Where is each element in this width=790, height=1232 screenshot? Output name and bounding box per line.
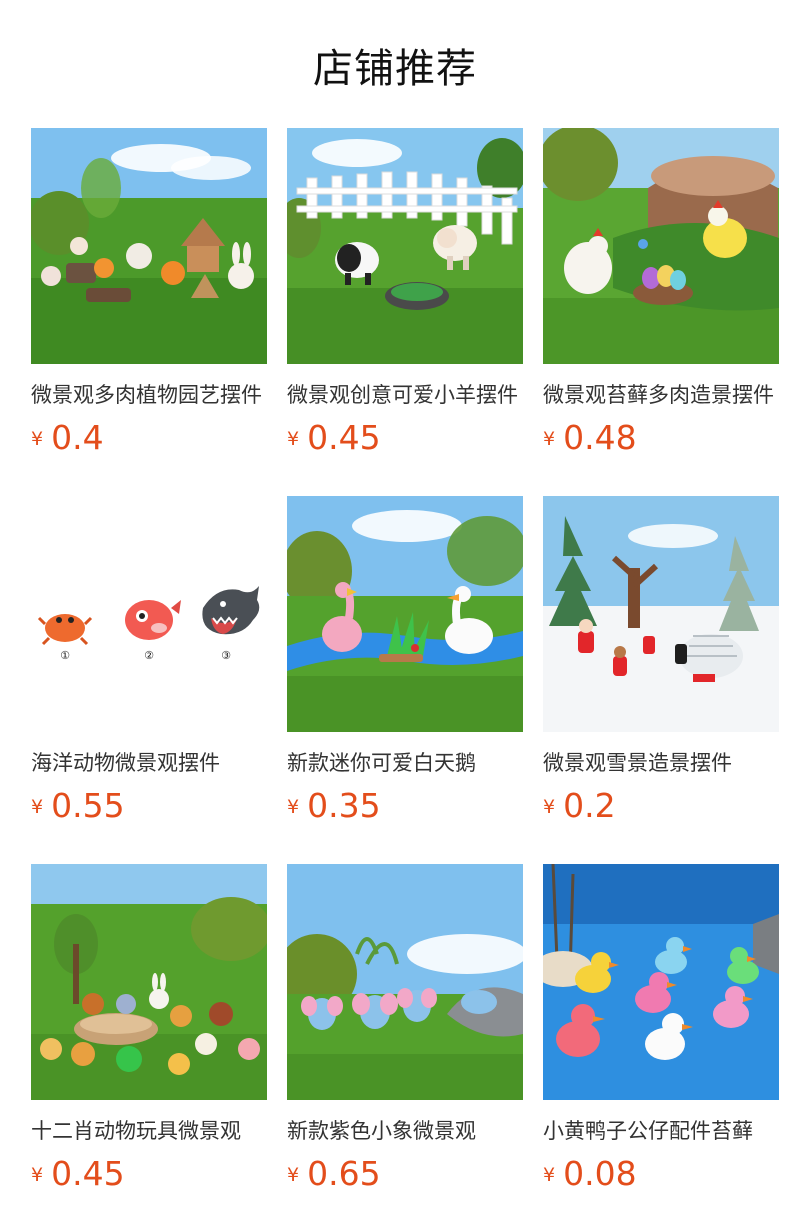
product-card[interactable]: 微景观苔藓多肉造景摆件 ¥0.48 (543, 128, 779, 468)
product-name[interactable]: 微景观多肉植物园艺摆件 (31, 380, 267, 410)
product-price: ¥0.55 (31, 786, 125, 826)
currency-symbol: ¥ (31, 428, 44, 450)
product-image[interactable]: ① ② ③ (31, 496, 267, 732)
price-value: 0.45 (307, 418, 381, 457)
product-price: ¥0.2 (543, 786, 616, 826)
page-title: 店铺推荐 (313, 46, 477, 92)
snow-scene-image (543, 496, 779, 732)
price-value: 0.4 (51, 418, 104, 457)
currency-symbol: ¥ (31, 796, 44, 818)
sea-label-1: ① (60, 649, 70, 662)
garden-animals-image (31, 128, 267, 364)
price-value: 0.55 (51, 786, 125, 825)
product-name[interactable]: 新款紫色小象微景观 (287, 1116, 523, 1146)
product-name[interactable]: 微景观创意可爱小羊摆件 (287, 380, 523, 410)
product-image[interactable] (287, 128, 523, 364)
elephants-image (287, 864, 523, 1100)
currency-symbol: ¥ (287, 1164, 300, 1186)
product-name[interactable]: 新款迷你可爱白天鹅 (287, 748, 523, 778)
chicken-stump-image (543, 128, 779, 364)
product-image[interactable] (31, 864, 267, 1100)
product-name[interactable]: 十二肖动物玩具微景观 (31, 1116, 267, 1146)
product-price: ¥0.45 (287, 418, 381, 458)
price-value: 0.2 (563, 786, 616, 825)
recommend-page: 店铺推荐 微景观多肉植物园艺摆件 ¥ 0.4 微景观创意可爱小羊摆件 ¥ 0.4… (0, 0, 790, 1232)
product-price: ¥0.4 (31, 418, 104, 458)
product-image[interactable] (287, 864, 523, 1100)
product-price: ¥0.45 (31, 1154, 125, 1194)
product-price: ¥0.65 (287, 1154, 381, 1194)
price-value: 0.65 (307, 1154, 381, 1193)
product-name[interactable]: 微景观雪景造景摆件 (543, 748, 779, 778)
sea-label-2: ② (144, 649, 154, 662)
price-value: 0.48 (563, 418, 637, 457)
price-value: 0.08 (563, 1154, 637, 1193)
product-image[interactable] (543, 496, 779, 732)
zodiac-animals-image (31, 864, 267, 1100)
product-card[interactable]: 微景观多肉植物园艺摆件 ¥0.4 (31, 128, 267, 468)
currency-symbol: ¥ (543, 428, 556, 450)
product-card[interactable]: 新款紫色小象微景观 ¥0.65 (287, 864, 523, 1204)
product-name[interactable]: 小黄鸭子公仔配件苔藓 (543, 1116, 779, 1146)
product-card[interactable]: 微景观雪景造景摆件 ¥0.2 (543, 496, 779, 836)
currency-symbol: ¥ (31, 1164, 44, 1186)
price-value: 0.35 (307, 786, 381, 825)
product-image[interactable] (543, 128, 779, 364)
currency-symbol: ¥ (287, 796, 300, 818)
sea-label-3: ③ (221, 649, 231, 662)
product-name[interactable]: 微景观苔藓多肉造景摆件 (543, 380, 779, 410)
product-name[interactable]: 海洋动物微景观摆件 (31, 748, 267, 778)
product-price: ¥0.08 (543, 1154, 637, 1194)
product-card[interactable]: 小黄鸭子公仔配件苔藓 ¥0.08 (543, 864, 779, 1204)
product-card[interactable]: ① ② ③ 海洋动物微景观摆件 ¥0.55 (31, 496, 267, 836)
price-value: 0.45 (51, 1154, 125, 1193)
swan-pond-image (287, 496, 523, 732)
product-price: ¥0.35 (287, 786, 381, 826)
currency-symbol: ¥ (543, 796, 556, 818)
product-image[interactable] (287, 496, 523, 732)
product-card[interactable]: 微景观创意可爱小羊摆件 ¥0.45 (287, 128, 523, 468)
product-price: ¥0.48 (543, 418, 637, 458)
product-image[interactable] (543, 864, 779, 1100)
sheep-fence-image (287, 128, 523, 364)
sea-animals-image: ① ② ③ (31, 496, 267, 732)
product-card[interactable]: 新款迷你可爱白天鹅 ¥0.35 (287, 496, 523, 836)
currency-symbol: ¥ (287, 428, 300, 450)
product-image[interactable] (31, 128, 267, 364)
product-grid: 微景观多肉植物园艺摆件 ¥0.4 微景观创意可爱小羊摆件 ¥ 0.45 微景观苔… (31, 128, 779, 1218)
ducks-sand-image (543, 864, 779, 1100)
currency-symbol: ¥ (543, 1164, 556, 1186)
product-card[interactable]: 十二肖动物玩具微景观 ¥0.45 (31, 864, 267, 1204)
